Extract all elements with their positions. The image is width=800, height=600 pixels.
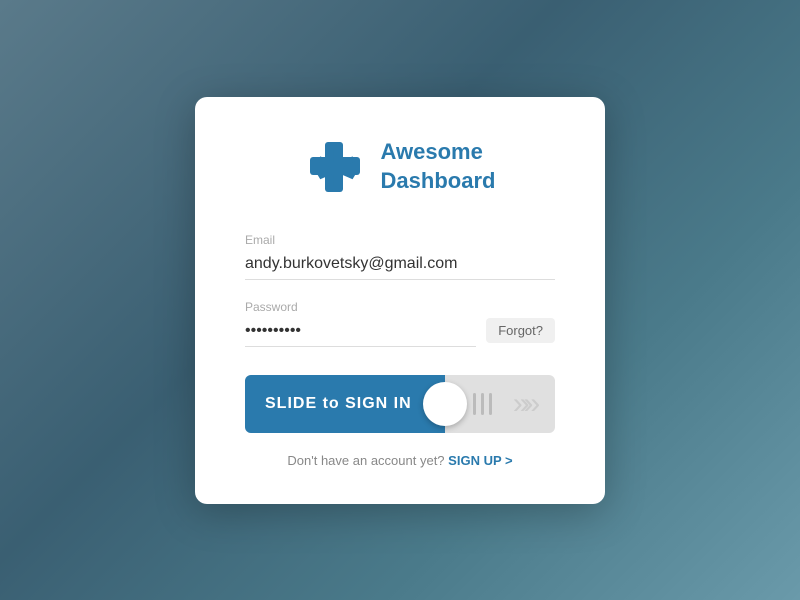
app-logo-icon (305, 137, 365, 197)
slide-handle[interactable] (423, 382, 467, 426)
app-title: Awesome Dashboard (381, 138, 496, 195)
password-group: Password Forgot? (245, 300, 555, 347)
app-title-line2: Dashboard (381, 168, 496, 193)
email-input[interactable] (245, 251, 555, 280)
slide-arrows-text: »» (513, 387, 534, 421)
password-input[interactable] (245, 318, 476, 347)
slide-bar-1 (473, 393, 476, 415)
password-row: Forgot? (245, 318, 555, 347)
slide-bar-2 (481, 393, 484, 415)
signup-row: Don't have an account yet? SIGN UP > (245, 453, 555, 468)
password-label: Password (245, 300, 555, 314)
slide-bars-icon (473, 393, 492, 415)
forgot-button[interactable]: Forgot? (486, 318, 555, 343)
email-group: Email (245, 233, 555, 280)
logo-section: Awesome Dashboard (245, 137, 555, 197)
email-label: Email (245, 233, 555, 247)
slide-track[interactable]: SLIDE to SIGN IN »» (245, 375, 555, 433)
signup-text: Don't have an account yet? (287, 453, 444, 468)
slide-section: SLIDE to SIGN IN »» (245, 375, 555, 433)
login-card: Awesome Dashboard Email Password Forgot?… (195, 97, 605, 504)
signup-link[interactable]: SIGN UP > (448, 453, 512, 468)
slide-label: SLIDE to SIGN IN (265, 395, 412, 413)
slide-blue-area: SLIDE to SIGN IN (245, 375, 445, 433)
app-title-line1: Awesome (381, 139, 483, 164)
slide-arrows-icon: »» (492, 387, 555, 421)
